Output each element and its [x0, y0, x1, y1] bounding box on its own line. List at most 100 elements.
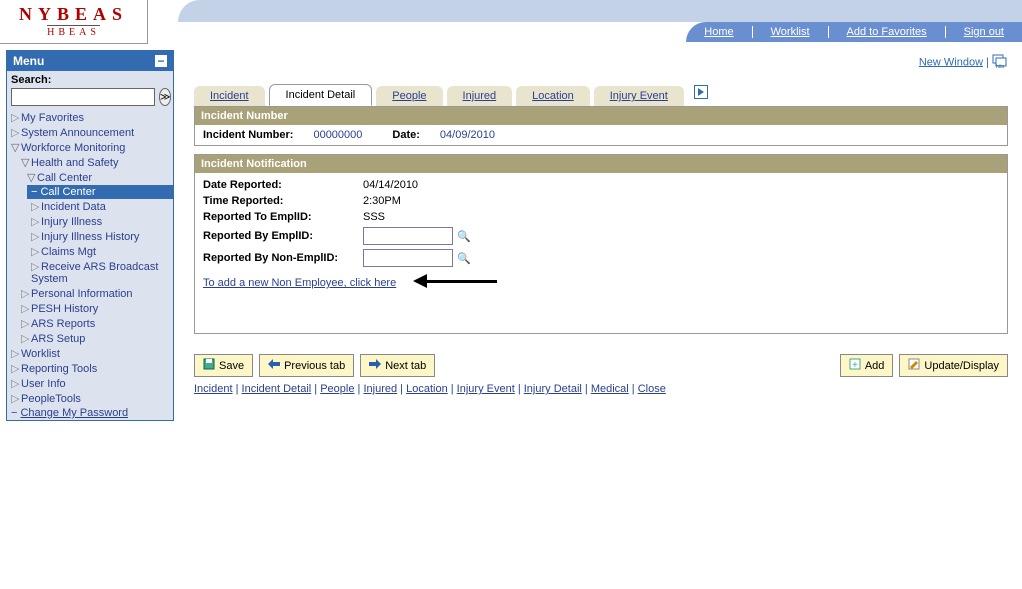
lookup-icon[interactable]: 🔍 [457, 230, 471, 243]
nav-health-safety[interactable]: ▽Health and Safety [7, 155, 173, 170]
nav-ars-setup[interactable]: ▷ARS Setup [7, 331, 173, 346]
menu-box: Menu − Search: ≫ ▷My Favorites ▷System A… [6, 50, 174, 421]
nav-injury-illness-history[interactable]: ▷Injury Illness History [7, 229, 173, 244]
header-nav: Home Worklist Add to Favorites Sign out [686, 22, 1022, 42]
nav-home[interactable]: Home [686, 26, 752, 38]
previous-tab-button[interactable]: Previous tab [259, 354, 354, 377]
nav-reporting-tools[interactable]: ▷Reporting Tools [7, 361, 173, 376]
nav-claims-mgt[interactable]: ▷Claims Mgt [7, 244, 173, 259]
incident-date-value: 04/09/2010 [440, 129, 495, 141]
next-tab-button[interactable]: Next tab [360, 354, 435, 377]
nav-call-center-active[interactable]: − Call Center [27, 185, 173, 199]
lookup-icon[interactable]: 🔍 [457, 252, 471, 265]
tab-people[interactable]: People [376, 86, 442, 106]
nav-my-favorites[interactable]: ▷My Favorites [7, 110, 173, 125]
time-reported-label: Time Reported: [203, 195, 363, 207]
sidebar: Menu − Search: ≫ ▷My Favorites ▷System A… [0, 44, 180, 427]
panel-incident-notification-header: Incident Notification [195, 155, 1007, 173]
reported-by-emplid-input[interactable] [363, 227, 453, 245]
search-input[interactable] [11, 88, 155, 106]
header-right: Home Worklist Add to Favorites Sign out [148, 0, 1022, 44]
nav-receive-ars[interactable]: ▷Receive ARS Broadcast System [7, 259, 173, 286]
date-reported-label: Date Reported: [203, 179, 363, 191]
footer-incident[interactable]: Incident [194, 383, 233, 395]
tab-incident-detail[interactable]: Incident Detail [269, 84, 373, 106]
arrow-annotation [413, 274, 497, 288]
arrow-head-icon [413, 274, 427, 288]
panel-incident-notification: Incident Notification Date Reported: 04/… [194, 154, 1008, 334]
logo: NYBEAS HBEAS [0, 0, 148, 44]
nav-system-announcement[interactable]: ▷System Announcement [7, 125, 173, 140]
menu-header: Menu − [7, 51, 173, 71]
add-button[interactable]: + Add [840, 354, 894, 377]
reported-by-non-emplid-label: Reported By Non-EmplID: [203, 252, 363, 264]
svg-text:+: + [852, 360, 858, 370]
footer-medical[interactable]: Medical [591, 383, 629, 395]
menu-title: Menu [13, 54, 44, 68]
menu-body: Search: ≫ ▷My Favorites ▷System Announce… [7, 71, 173, 420]
top-header: NYBEAS HBEAS Home Worklist Add to Favori… [0, 0, 1022, 44]
save-icon [203, 358, 215, 373]
update-icon [908, 358, 920, 373]
incident-number-value: 00000000 [313, 129, 362, 141]
tab-injured[interactable]: Injured [447, 86, 513, 106]
footer-injured[interactable]: Injured [363, 383, 397, 395]
add-non-employee-link[interactable]: To add a new Non Employee, click here [203, 277, 396, 289]
content: New Window | http Incident Incident Deta… [180, 44, 1022, 427]
nav-worklist[interactable]: Worklist [753, 26, 829, 38]
logo-main: NYBEAS [8, 4, 139, 25]
footer-injury-event[interactable]: Injury Event [457, 383, 515, 395]
collapse-menu-icon[interactable]: − [155, 55, 167, 67]
previous-icon [268, 359, 280, 372]
tab-show-more-icon[interactable] [688, 81, 714, 106]
svg-text:http: http [996, 64, 1005, 68]
panel-incident-number: Incident Number Incident Number: 0000000… [194, 106, 1008, 146]
date-reported-value: 04/14/2010 [363, 179, 418, 191]
update-display-button[interactable]: Update/Display [899, 354, 1008, 377]
nav-worklist-item[interactable]: ▷Worklist [7, 346, 173, 361]
http-icon[interactable]: http [992, 54, 1008, 71]
nav-personal-info[interactable]: ▷Personal Information [7, 286, 173, 301]
button-row: Save Previous tab Next tab + Add [194, 354, 1008, 377]
nav-pesh-history[interactable]: ▷PESH History [7, 301, 173, 316]
panel-incident-number-header: Incident Number [195, 107, 1007, 125]
next-icon [369, 359, 381, 372]
nav-call-center-parent[interactable]: ▽Call Center [7, 170, 173, 185]
arrow-line [427, 280, 497, 283]
nav-workforce-monitoring[interactable]: ▽Workforce Monitoring [7, 140, 173, 155]
tabs: Incident Incident Detail People Injured … [194, 81, 1008, 106]
nav-change-password[interactable]: − Change My Password [7, 406, 173, 420]
tab-incident[interactable]: Incident [194, 86, 265, 106]
incident-date-label: Date: [392, 129, 420, 141]
reported-by-non-emplid-input[interactable] [363, 249, 453, 267]
incident-number-label: Incident Number: [203, 129, 293, 141]
logo-sub: HBEAS [47, 25, 100, 38]
tab-location[interactable]: Location [516, 86, 590, 106]
footer-links: Incident | Incident Detail | People | In… [194, 383, 1008, 395]
footer-close[interactable]: Close [638, 383, 666, 395]
time-reported-value: 2:30PM [363, 195, 401, 207]
reported-by-emplid-label: Reported By EmplID: [203, 230, 363, 242]
tab-injury-event[interactable]: Injury Event [594, 86, 684, 106]
nav-incident-data[interactable]: ▷Incident Data [7, 199, 173, 214]
header-swoosh [178, 0, 1022, 22]
new-window-link[interactable]: New Window [919, 56, 983, 68]
footer-location[interactable]: Location [406, 383, 448, 395]
add-icon: + [849, 358, 861, 373]
util-bar: New Window | http [194, 54, 1008, 71]
footer-injury-detail[interactable]: Injury Detail [524, 383, 582, 395]
footer-incident-detail[interactable]: Incident Detail [242, 383, 312, 395]
nav-signout[interactable]: Sign out [946, 26, 1022, 38]
nav-ars-reports[interactable]: ▷ARS Reports [7, 316, 173, 331]
reported-to-value: SSS [363, 211, 385, 223]
search-label: Search: [7, 71, 173, 86]
footer-people[interactable]: People [320, 383, 354, 395]
nav-user-info[interactable]: ▷User Info [7, 376, 173, 391]
panel-group: Incident Number Incident Number: 0000000… [194, 106, 1008, 334]
nav-add-favorites[interactable]: Add to Favorites [829, 26, 946, 38]
nav-injury-illness[interactable]: ▷Injury Illness [7, 214, 173, 229]
save-button[interactable]: Save [194, 354, 253, 377]
nav-peopletools[interactable]: ▷PeopleTools [7, 391, 173, 406]
search-go-button[interactable]: ≫ [159, 88, 171, 106]
reported-to-label: Reported To EmplID: [203, 211, 363, 223]
